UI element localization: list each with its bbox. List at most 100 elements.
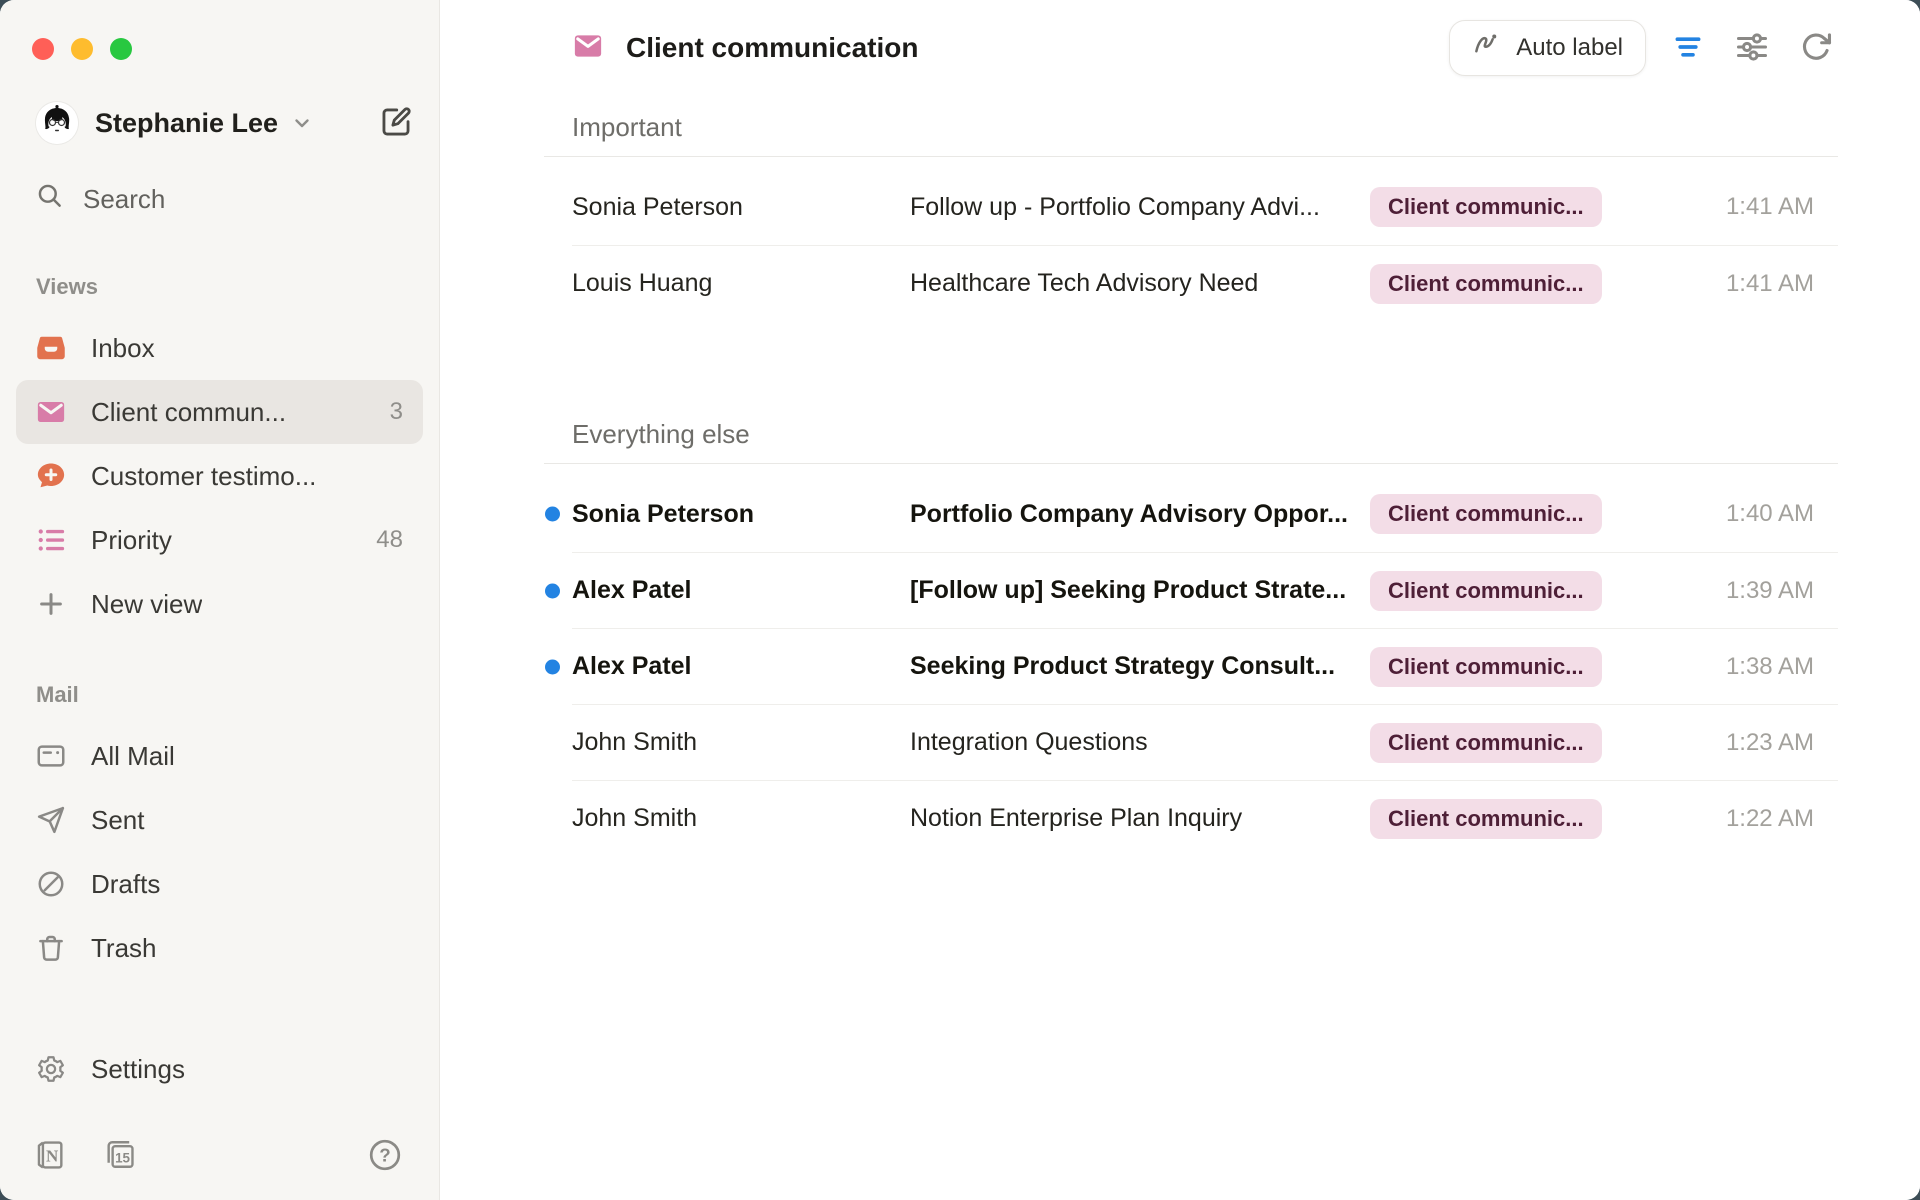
label-badge[interactable]: Client communic...: [1370, 647, 1602, 687]
priority-icon: [36, 525, 66, 555]
unread-dot: [545, 659, 560, 674]
sidebar-item-label: Customer testimo...: [91, 461, 316, 492]
email-row[interactable]: Alex PatelSeeking Product Strategy Consu…: [572, 628, 1838, 704]
zoom-window-button[interactable]: [110, 38, 132, 60]
sidebar-item-inbox[interactable]: Inbox: [16, 316, 423, 380]
email-sender: John Smith: [572, 728, 910, 757]
refresh-button[interactable]: [1794, 26, 1838, 70]
email-subject: Notion Enterprise Plan Inquiry: [910, 804, 1370, 833]
user-name: Stephanie Lee: [95, 108, 278, 139]
mail-label-icon: [36, 397, 66, 427]
minimize-window-button[interactable]: [71, 38, 93, 60]
sidebar: Stephanie Lee Search Views Inbox Client co…: [0, 0, 440, 1200]
auto-label-icon: [1472, 30, 1502, 67]
email-subject: Seeking Product Strategy Consult...: [910, 652, 1370, 681]
testimonial-icon: [36, 461, 66, 491]
email-row[interactable]: Alex Patel[Follow up] Seeking Product St…: [572, 552, 1838, 628]
sidebar-item-drafts[interactable]: Drafts: [16, 852, 423, 916]
email-time: 1:41 AM: [1726, 270, 1838, 298]
close-window-button[interactable]: [32, 38, 54, 60]
filter-icon: [1671, 30, 1705, 67]
auto-label-button[interactable]: Auto label: [1449, 20, 1646, 76]
app-window: Stephanie Lee Search Views Inbox Client co…: [0, 0, 1920, 1200]
sidebar-item-new-view[interactable]: New view: [16, 572, 423, 636]
label-badge[interactable]: Client communic...: [1370, 723, 1602, 763]
sidebar-item-sent[interactable]: Sent: [16, 788, 423, 852]
email-time: 1:38 AM: [1726, 653, 1838, 681]
settings-label: Settings: [91, 1054, 185, 1085]
label-badge[interactable]: Client communic...: [1370, 494, 1602, 534]
filter-button[interactable]: [1666, 26, 1710, 70]
email-time: 1:40 AM: [1726, 500, 1838, 528]
calendar-app-button[interactable]: 15: [103, 1138, 137, 1175]
sidebar-item-priority[interactable]: Priority 48: [16, 508, 423, 572]
sidebar-item-settings[interactable]: Settings: [16, 1037, 423, 1101]
sidebar-item-label: All Mail: [91, 741, 175, 772]
email-row[interactable]: John SmithIntegration QuestionsClient co…: [572, 704, 1838, 780]
email-subject: Healthcare Tech Advisory Need: [910, 269, 1370, 298]
label-badge[interactable]: Client communic...: [1370, 799, 1602, 839]
help-icon: ?: [367, 1137, 403, 1176]
label-badge[interactable]: Client communic...: [1370, 264, 1602, 304]
email-subject: Portfolio Company Advisory Oppor...: [910, 500, 1370, 529]
sidebar-item-label: Trash: [91, 933, 157, 964]
compose-button[interactable]: [379, 105, 413, 142]
email-row[interactable]: Sonia PetersonPortfolio Company Advisory…: [572, 476, 1838, 552]
gear-icon: [36, 1054, 66, 1084]
search-label: Search: [83, 184, 165, 215]
label-badge[interactable]: Client communic...: [1370, 187, 1602, 227]
email-sender: Alex Patel: [572, 652, 910, 681]
refresh-icon: [1799, 30, 1833, 67]
email-row[interactable]: John SmithNotion Enterprise Plan Inquiry…: [572, 780, 1838, 856]
sidebar-section-views: Views Inbox Client commun... 3 Customer test…: [16, 274, 423, 636]
sidebar-section-label: Views: [16, 274, 423, 300]
mail-label-icon-large: [572, 31, 604, 66]
email-time: 1:41 AM: [1726, 193, 1838, 221]
sidebar-item-label: Client commun...: [91, 397, 286, 428]
sidebar-item-label: Priority: [91, 525, 172, 556]
email-list: ImportantSonia PetersonFollow up - Portf…: [544, 96, 1838, 856]
display-settings-button[interactable]: [1730, 26, 1774, 70]
email-time: 1:22 AM: [1726, 805, 1838, 833]
sidebar-section-label: Mail: [16, 682, 423, 708]
email-time: 1:39 AM: [1726, 577, 1838, 605]
label-badge[interactable]: Client communic...: [1370, 571, 1602, 611]
sidebar-item-label: New view: [91, 589, 202, 620]
email-subject: Follow up - Portfolio Company Advi...: [910, 193, 1370, 222]
sidebar-nav: Views Inbox Client commun... 3 Customer test…: [0, 274, 439, 980]
email-subject: [Follow up] Seeking Product Strate...: [910, 576, 1370, 605]
compose-icon: [379, 105, 413, 142]
notion-logo-icon: N: [33, 1138, 67, 1175]
sidebar-item-trash[interactable]: Trash: [16, 916, 423, 980]
plus-icon: [36, 589, 66, 619]
svg-text:?: ?: [379, 1145, 390, 1166]
main-panel: Client communication Auto label: [440, 0, 1920, 1200]
unread-dot: [545, 507, 560, 522]
inbox-icon: [36, 333, 66, 363]
email-subject: Integration Questions: [910, 728, 1370, 757]
sidebar-item-count: 48: [376, 526, 403, 554]
help-button[interactable]: ?: [367, 1137, 403, 1176]
sidebar-item-all-mail[interactable]: All Mail: [16, 724, 423, 788]
view-header: Client communication Auto label: [544, 0, 1838, 96]
header-actions: Auto label: [1449, 20, 1838, 76]
sidebar-item-label: Inbox: [91, 333, 155, 364]
sidebar-item-label: Drafts: [91, 869, 160, 900]
email-row[interactable]: Louis HuangHealthcare Tech Advisory Need…: [572, 245, 1838, 321]
sidebar-item-client-communication[interactable]: Client commun... 3: [16, 380, 423, 444]
sidebar-item-customer-testimonials[interactable]: Customer testimo...: [16, 444, 423, 508]
email-sender: Sonia Peterson: [572, 193, 910, 222]
notion-app-button[interactable]: N: [33, 1138, 67, 1175]
chevron-down-icon: [290, 111, 314, 135]
email-section: ImportantSonia PetersonFollow up - Portf…: [544, 96, 1838, 321]
sidebar-item-count: 3: [390, 398, 403, 426]
email-row[interactable]: Sonia PetersonFollow up - Portfolio Comp…: [572, 169, 1838, 245]
sliders-icon: [1735, 30, 1769, 67]
trash-icon: [36, 933, 66, 963]
sidebar-item-label: Sent: [91, 805, 145, 836]
email-sender: Louis Huang: [572, 269, 910, 298]
email-section: Everything elseSonia PetersonPortfolio C…: [544, 403, 1838, 856]
account-switcher[interactable]: Stephanie Lee: [36, 102, 413, 144]
search-button[interactable]: Search: [16, 174, 423, 224]
page-title: Client communication: [626, 32, 918, 64]
